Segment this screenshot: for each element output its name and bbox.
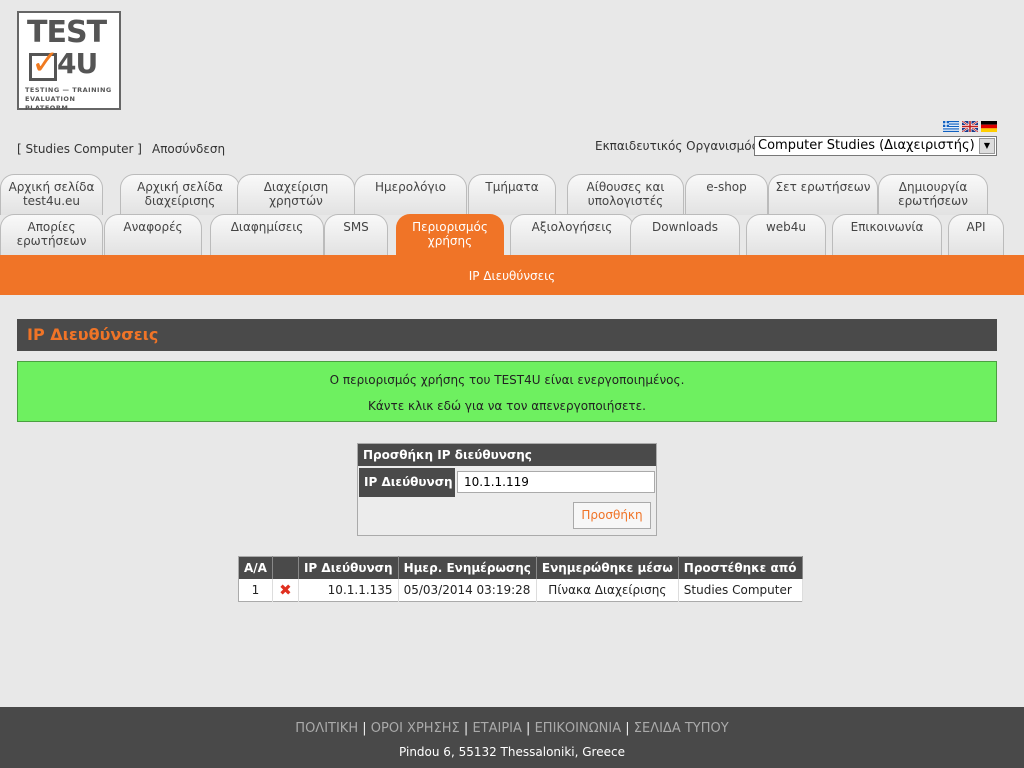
logout-link[interactable]: Αποσύνδεση <box>152 142 225 156</box>
logo-tagline: TESTING — TRAINING EVALUATION PLATFORM <box>25 86 112 112</box>
footer-separator: | <box>463 721 469 736</box>
col-header-number: Α/Α <box>238 556 273 579</box>
delete-icon[interactable]: ✖ <box>279 581 292 599</box>
col-header-via: Ενημερώθηκε μέσω <box>536 556 679 579</box>
tab-eshop[interactable]: e-shop <box>685 174 768 215</box>
footer-link-terms[interactable]: ΟΡΟΙ ΧΡΗΣΗΣ <box>371 721 460 736</box>
status-notice: Ο περιορισμός χρήσης του TEST4U είναι εν… <box>17 361 997 422</box>
cell-ip: 10.1.1.135 <box>298 579 399 602</box>
user-profile-link[interactable]: [ Studies Computer ] <box>17 142 142 156</box>
subnav-ip-addresses[interactable]: IP Διευθύνσεις <box>0 269 1024 283</box>
main-nav-row-1: Αρχική σελίδα test4u.eu Αρχική σελίδα δι… <box>0 174 1024 215</box>
col-header-actions <box>272 556 299 579</box>
test4u-logo[interactable]: TEST ✓ 4U TESTING — TRAINING EVALUATION … <box>17 11 121 112</box>
add-ip-form-title: Προσθήκη IP διεύθυνσης <box>358 444 656 466</box>
organization-select-value: Computer Studies (Διαχειριστής) <box>758 138 975 153</box>
logo-checkmark-icon: ✓ <box>31 43 60 83</box>
tab-user-management[interactable]: Διαχείριση χρηστών <box>237 174 355 215</box>
footer-link-policy[interactable]: ΠΟΛΙΤΙΚΗ <box>295 721 358 736</box>
tab-sms[interactable]: SMS <box>324 214 388 255</box>
tab-downloads[interactable]: Downloads <box>630 214 740 255</box>
main-nav-row-2: Απορίες ερωτήσεων Αναφορές Διαφημίσεις S… <box>0 214 1024 255</box>
tab-departments[interactable]: Τμήματα <box>468 174 556 215</box>
page-title: IP Διευθύνσεις <box>17 319 997 351</box>
cell-number: 1 <box>238 579 273 602</box>
organization-label: Εκπαιδευτικός Οργανισμός: <box>595 139 763 153</box>
tab-api[interactable]: API <box>948 214 1004 255</box>
footer-separator: | <box>526 721 531 736</box>
tab-home-test4u[interactable]: Αρχική σελίδα test4u.eu <box>0 174 103 215</box>
tab-question-sets[interactable]: Σετ ερωτήσεων <box>768 174 878 215</box>
tab-advertisements[interactable]: Διαφημίσεις <box>210 214 324 255</box>
subnav-bar: IP Διευθύνσεις <box>0 255 1024 295</box>
delete-cell: ✖ <box>272 579 299 602</box>
footer-link-press[interactable]: ΣΕΛΙΔΑ ΤΥΠΟΥ <box>634 721 729 736</box>
footer-link-company[interactable]: ΕΤΑΙΡΙΑ <box>472 721 521 736</box>
tab-evaluations[interactable]: Αξιολογήσεις <box>510 214 634 255</box>
chevron-down-icon: ▼ <box>979 138 995 154</box>
greek-flag-icon[interactable] <box>943 121 959 132</box>
language-selector <box>943 121 997 132</box>
add-ip-button[interactable]: Προσθήκη <box>573 502 651 529</box>
tab-rooms-computers[interactable]: Αίθουσες και υπολογιστές <box>567 174 684 215</box>
cell-added-by: Studies Computer <box>678 579 803 602</box>
col-header-date: Ημερ. Ενημέρωσης <box>398 556 537 579</box>
footer-separator: | <box>362 721 367 736</box>
german-flag-icon[interactable] <box>981 121 997 132</box>
tab-calendar[interactable]: Ημερολόγιο <box>354 174 467 215</box>
footer-address: Pindou 6, 55132 Thessaloniki, Greece <box>399 745 625 759</box>
footer-separator: | <box>625 721 630 736</box>
tab-question-queries[interactable]: Απορίες ερωτήσεων <box>0 214 103 255</box>
ip-address-input[interactable]: 10.1.1.119 <box>457 471 655 493</box>
col-header-added-by: Προστέθηκε από <box>678 556 803 579</box>
footer-link-contact[interactable]: ΕΠΙΚΟΙΝΩΝΙΑ <box>535 721 622 736</box>
ip-address-label: IP Διεύθυνση <box>359 468 455 497</box>
table-row: 1 ✖ 10.1.1.135 05/03/2014 03:19:28 Πίνακ… <box>238 579 803 602</box>
tab-web4u[interactable]: web4u <box>746 214 826 255</box>
footer-links: ΠΟΛΙΤΙΚΗ | ΟΡΟΙ ΧΡΗΣΗΣ | ΕΤΑΙΡΙΑ | ΕΠΙΚΟ… <box>0 721 1024 736</box>
footer: ΠΟΛΙΤΙΚΗ | ΟΡΟΙ ΧΡΗΣΗΣ | ΕΤΑΙΡΙΑ | ΕΠΙΚΟ… <box>0 707 1024 768</box>
uk-flag-icon[interactable] <box>962 121 978 132</box>
organization-select[interactable]: Computer Studies (Διαχειριστής) ▼ <box>754 136 997 156</box>
ip-address-table: Α/Α IP Διεύθυνση Ημερ. Ενημέρωσης Ενημερ… <box>238 556 803 602</box>
tab-usage-restriction[interactable]: Περιορισμός χρήσης <box>396 214 504 255</box>
cell-via: Πίνακα Διαχείρισης <box>536 579 679 602</box>
add-ip-form: Προσθήκη IP διεύθυνσης IP Διεύθυνση 10.1… <box>357 443 657 536</box>
col-header-ip: IP Διεύθυνση <box>298 556 399 579</box>
cell-date: 05/03/2014 03:19:28 <box>398 579 537 602</box>
tab-admin-home[interactable]: Αρχική σελίδα διαχείρισης <box>120 174 240 215</box>
disable-restriction-link[interactable]: Κάντε κλικ εδώ για να τον απενεργοποιήσε… <box>18 399 996 413</box>
tab-contact[interactable]: Επικοινωνία <box>832 214 942 255</box>
notice-status-text: Ο περιορισμός χρήσης του TEST4U είναι εν… <box>329 373 685 387</box>
tab-reports[interactable]: Αναφορές <box>104 214 202 255</box>
table-header-row: Α/Α IP Διεύθυνση Ημερ. Ενημέρωσης Ενημερ… <box>238 556 803 579</box>
tab-create-questions[interactable]: Δημιουργία ερωτήσεων <box>878 174 988 215</box>
logo-text-4u: 4U <box>57 47 98 80</box>
